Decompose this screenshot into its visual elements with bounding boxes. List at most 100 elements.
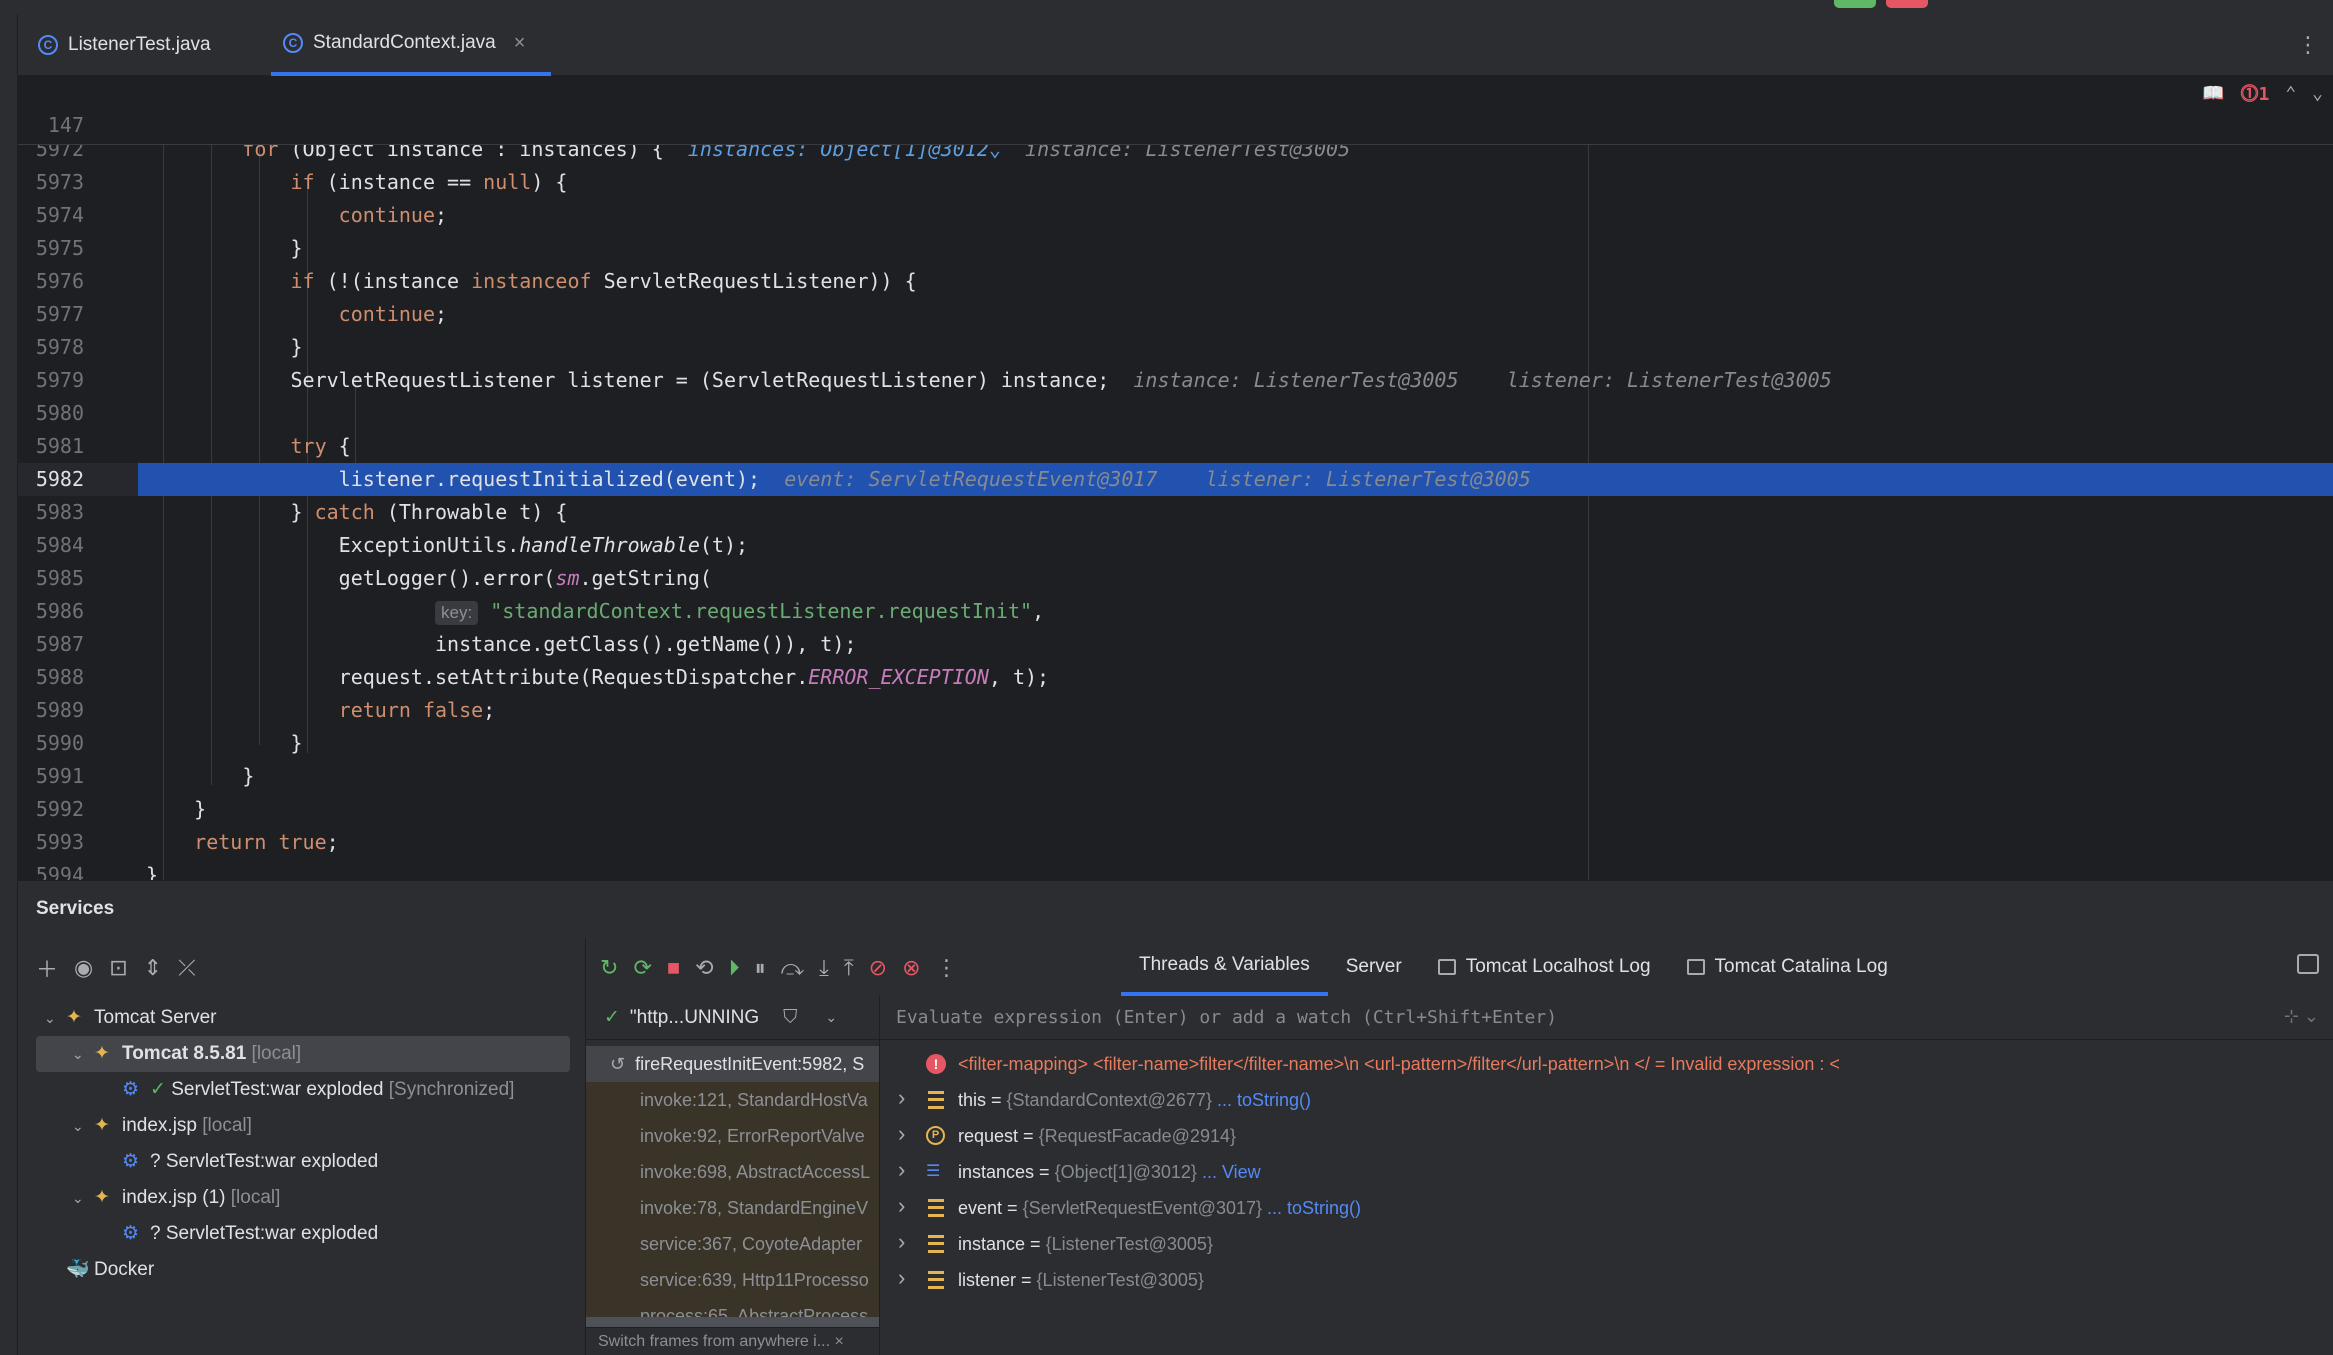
- tree-item[interactable]: ⌄ ✦ Tomcat Server: [36, 1000, 570, 1036]
- chevron-down-icon[interactable]: ⌄: [72, 1108, 94, 1144]
- tree-item[interactable]: 🐳 Docker: [36, 1252, 570, 1288]
- tab-localhost-log[interactable]: Tomcat Localhost Log: [1420, 938, 1669, 996]
- new-group-icon[interactable]: ⊡: [109, 955, 127, 981]
- layout-icon[interactable]: [2297, 954, 2319, 974]
- evaluate-expression-input[interactable]: Evaluate expression (Enter) or add a wat…: [880, 996, 2333, 1040]
- add-icon[interactable]: ＋: [36, 952, 58, 984]
- variable-row[interactable]: › ☰ instances = {Object[1]@3012} ... View: [880, 1154, 2333, 1190]
- chevron-right-icon[interactable]: ›: [898, 1260, 905, 1296]
- variable-row[interactable]: › Prequest = {RequestFacade@2914}: [880, 1118, 2333, 1154]
- chevron-right-icon[interactable]: ›: [898, 1116, 905, 1152]
- variable-row[interactable]: › listener = {ListenerTest@3005}: [880, 1262, 2333, 1298]
- chevron-right-icon[interactable]: ›: [898, 1224, 905, 1260]
- code-editor[interactable]: 5972 for (Object instance : instances) {…: [18, 145, 2333, 880]
- resume-icon[interactable]: ⏵: [729, 955, 740, 981]
- tree-item[interactable]: ⌄ ✦ index.jsp (1) [local]: [36, 1180, 570, 1216]
- chevron-down-icon[interactable]: ⌄: [825, 1009, 837, 1026]
- line-number[interactable]: 5986: [18, 595, 84, 628]
- line-number[interactable]: 5981: [18, 430, 84, 463]
- line-number[interactable]: 5984: [18, 529, 84, 562]
- line-number[interactable]: 5988: [18, 661, 84, 694]
- mute-breakpoints-icon[interactable]: ⊗: [902, 955, 920, 981]
- line-number[interactable]: 5991: [18, 760, 84, 793]
- stack-frame[interactable]: invoke:698, AbstractAccessL: [586, 1154, 879, 1190]
- collapse-all-icon[interactable]: ⤫: [178, 955, 196, 981]
- line-number[interactable]: 5976: [18, 265, 84, 298]
- reader-mode-icon[interactable]: 📖: [2202, 83, 2224, 104]
- window-top-strip: [0, 0, 2333, 14]
- eye-icon[interactable]: ◉: [74, 955, 93, 981]
- line-number[interactable]: 5978: [18, 331, 84, 364]
- pause-icon[interactable]: ⏸: [755, 955, 766, 981]
- watch-error[interactable]: ! <filter-mapping> <filter-name>filter</f…: [880, 1046, 2333, 1082]
- line-number[interactable]: 5983: [18, 496, 84, 529]
- stack-frame[interactable]: invoke:92, ErrorReportValve: [586, 1118, 879, 1154]
- tree-item[interactable]: ⚙? ServletTest:war exploded: [36, 1144, 570, 1180]
- line-number[interactable]: 5972: [18, 145, 84, 166]
- tree-item[interactable]: ⌄ ✦ index.jsp [local]: [36, 1108, 570, 1144]
- expand-all-icon[interactable]: ⇕: [144, 955, 162, 981]
- tree-item[interactable]: ⚙? ServletTest:war exploded: [36, 1216, 570, 1252]
- code-line: 5990 }: [18, 727, 2333, 760]
- line-number[interactable]: 5994: [18, 859, 84, 880]
- stop-icon[interactable]: ■: [667, 955, 680, 981]
- tab-server[interactable]: Server: [1328, 938, 1420, 996]
- line-number[interactable]: 5989: [18, 694, 84, 727]
- line-number[interactable]: 5990: [18, 727, 84, 760]
- variable-row[interactable]: › event = {ServletRequestEvent@3017} ... …: [880, 1190, 2333, 1226]
- stack-frame[interactable]: service:639, Http11Processo: [586, 1262, 879, 1298]
- tree-item[interactable]: ⌄ ✦ Tomcat 8.5.81 [local]: [36, 1036, 570, 1072]
- line-number[interactable]: 5985: [18, 562, 84, 595]
- more-vertical-icon[interactable]: ⋮: [936, 955, 958, 981]
- line-number[interactable]: 5992: [18, 793, 84, 826]
- restart-icon[interactable]: ⟳: [633, 955, 651, 981]
- line-number[interactable]: 5977: [18, 298, 84, 331]
- tab-catalina-log[interactable]: Tomcat Catalina Log: [1669, 938, 1906, 996]
- line-number[interactable]: 5975: [18, 232, 84, 265]
- line-number[interactable]: 5979: [18, 364, 84, 397]
- chevron-right-icon[interactable]: ›: [898, 1080, 905, 1116]
- stack-frame[interactable]: ↺ fireRequestInitEvent:5982, S: [586, 1046, 879, 1082]
- line-number[interactable]: 5987: [18, 628, 84, 661]
- chevron-down-icon[interactable]: ⌄: [44, 1000, 66, 1036]
- stack-frame[interactable]: invoke:78, StandardEngineV: [586, 1190, 879, 1226]
- line-number[interactable]: 5973: [18, 166, 84, 199]
- tab-listener-test[interactable]: C ListenerTest.java: [38, 14, 253, 76]
- thread-selector[interactable]: ✓ "http...UNNING ⛉ ⌄: [586, 996, 879, 1040]
- view-breakpoints-icon[interactable]: ⊘: [869, 955, 887, 981]
- more-vertical-icon[interactable]: ⋮: [2297, 32, 2319, 58]
- error-count[interactable]: ⓵1: [2240, 80, 2269, 106]
- line-number[interactable]: 5974: [18, 199, 84, 232]
- stack-frame[interactable]: service:367, CoyoteAdapter: [586, 1226, 879, 1262]
- variable-row[interactable]: › this = {StandardContext@2677} ... toStr…: [880, 1082, 2333, 1118]
- line-number[interactable]: 5982: [18, 463, 138, 496]
- code-token: (t);: [699, 533, 749, 557]
- step-over-icon[interactable]: ⤼: [781, 955, 805, 981]
- chevron-right-icon[interactable]: ›: [898, 1188, 905, 1224]
- chevron-right-icon[interactable]: ›: [898, 1152, 905, 1188]
- unknown-status-icon: ?: [150, 1223, 166, 1244]
- tab-standard-context[interactable]: C StandardContext.java ×: [271, 14, 551, 76]
- line-number[interactable]: 5993: [18, 826, 84, 859]
- chevron-up-icon[interactable]: ⌃: [2285, 83, 2296, 104]
- tab-threads-variables[interactable]: Threads & Variables: [1121, 938, 1328, 996]
- chevron-down-icon[interactable]: ⌄: [2312, 83, 2323, 104]
- variable-row[interactable]: › instance = {ListenerTest@3005}: [880, 1226, 2333, 1262]
- variable-action-link[interactable]: ... toString(): [1212, 1090, 1311, 1110]
- update-icon[interactable]: ⟲: [695, 955, 713, 981]
- chevron-down-icon[interactable]: ⌄: [72, 1036, 94, 1072]
- chevron-down-icon[interactable]: ⌄: [72, 1180, 94, 1216]
- line-number[interactable]: 5980: [18, 397, 84, 430]
- rerun-icon[interactable]: ↻: [600, 955, 618, 981]
- code-token: }: [146, 500, 315, 524]
- variable-action-link[interactable]: ... toString(): [1262, 1198, 1361, 1218]
- close-icon[interactable]: ×: [514, 32, 526, 55]
- step-out-icon[interactable]: ⤒: [844, 955, 854, 981]
- tree-item[interactable]: ⚙ ✓ ServletTest:war exploded [Synchronize…: [36, 1072, 570, 1108]
- filter-icon[interactable]: ⛉: [783, 1007, 797, 1029]
- stack-frame[interactable]: invoke:121, StandardHostVa: [586, 1082, 879, 1118]
- variable-action-link[interactable]: ... View: [1197, 1162, 1261, 1182]
- add-watch-icon[interactable]: ⊹ ⌄: [2284, 1006, 2319, 1027]
- step-into-icon[interactable]: ⤓: [819, 955, 829, 981]
- horizontal-scrollbar[interactable]: [586, 1317, 879, 1327]
